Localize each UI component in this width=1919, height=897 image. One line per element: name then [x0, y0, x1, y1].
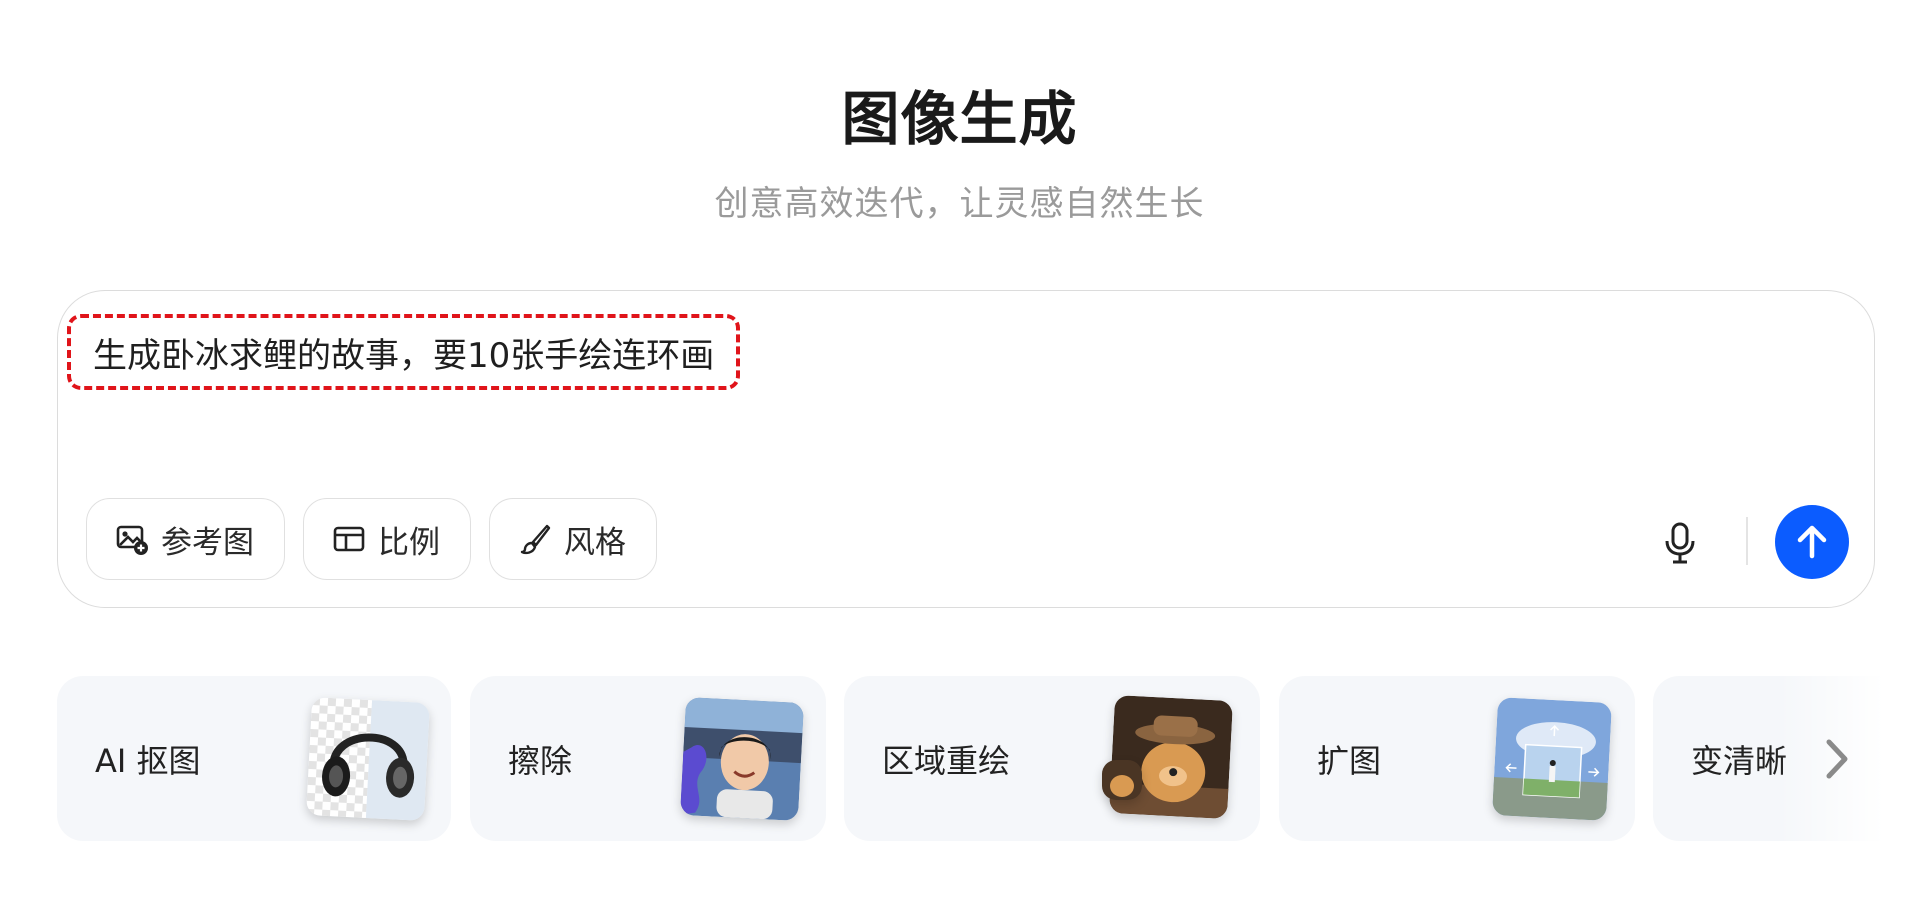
microphone-icon[interactable] — [1660, 521, 1700, 565]
image-generation-page: 图像生成 创意高效迭代，让灵感自然生长 生成卧冰求鲤的故事，要10张手绘连环画 … — [0, 0, 1919, 897]
redraw-small-thumbnail — [1102, 760, 1142, 800]
arrow-up-icon — [1797, 525, 1827, 559]
aspect-ratio-label: 比例 — [378, 524, 440, 561]
reference-image-button[interactable]: 参考图 — [86, 498, 285, 580]
prompt-input[interactable]: 生成卧冰求鲤的故事，要10张手绘连环画 — [67, 314, 741, 390]
erase-thumbnail — [679, 696, 805, 822]
feature-card-label: 扩图 — [1317, 741, 1382, 780]
feature-card-label: AI 抠图 — [95, 741, 201, 780]
image-add-icon — [116, 525, 148, 555]
feature-card-ai-cutout[interactable]: AI 抠图 — [57, 676, 451, 841]
feature-card-region-redraw[interactable]: 区域重绘 — [844, 676, 1260, 841]
page-subtitle: 创意高效迭代，让灵感自然生长 — [714, 184, 1205, 224]
feature-card-label: 擦除 — [508, 741, 573, 780]
redraw-thumbnail — [1108, 694, 1234, 820]
feature-card-label: 区域重绘 — [882, 741, 1011, 780]
reference-image-label: 参考图 — [161, 524, 254, 561]
cutout-thumbnail — [305, 696, 431, 822]
page-title: 图像生成 — [841, 85, 1078, 153]
toolbar-divider — [1746, 517, 1748, 565]
feature-card-expand[interactable]: 扩图 — [1279, 676, 1635, 841]
feature-card-erase[interactable]: 擦除 — [470, 676, 826, 841]
style-label: 风格 — [564, 524, 626, 561]
prompt-composer: 生成卧冰求鲤的故事，要10张手绘连环画 参考图 比例 风格 — [57, 290, 1875, 608]
aspect-ratio-button[interactable]: 比例 — [303, 498, 471, 580]
send-button[interactable] — [1775, 505, 1849, 579]
feature-card-label: 变清晰 — [1691, 741, 1788, 780]
chevron-right-icon[interactable] — [1822, 734, 1852, 784]
aspect-ratio-icon — [333, 526, 365, 552]
brush-icon — [520, 524, 551, 555]
expand-thumbnail — [1491, 697, 1613, 821]
style-button[interactable]: 风格 — [489, 498, 657, 580]
feature-cards: AI 抠图 擦除 区域重绘 扩图 变清晰 — [57, 676, 1919, 841]
